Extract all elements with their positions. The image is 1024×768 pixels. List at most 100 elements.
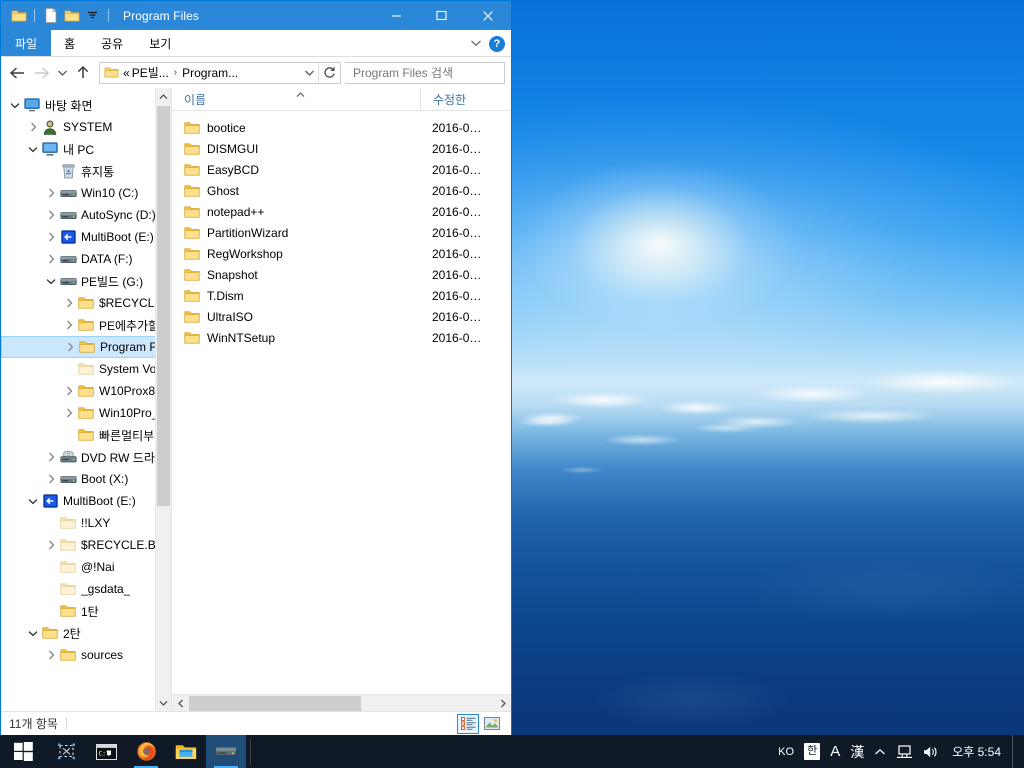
nav-tree-item[interactable]: Win10 (C:) — [1, 182, 171, 204]
chevron-right-icon[interactable] — [61, 383, 77, 399]
nav-tree-item[interactable]: PE에추가할것 — [1, 314, 171, 336]
scroll-thumb[interactable] — [157, 106, 170, 506]
details-view-button[interactable] — [457, 713, 479, 734]
nav-tree-item[interactable]: $RECYCLE.BIN — [1, 292, 171, 314]
nav-tree-item[interactable]: W10Prox86 — [1, 380, 171, 402]
file-row[interactable]: Ghost 2016-0… — [172, 180, 511, 201]
command-prompt-icon[interactable]: C:\ — [86, 735, 126, 768]
file-explorer-icon[interactable] — [166, 735, 206, 768]
chevron-right-icon[interactable] — [62, 339, 78, 355]
breadcrumb-item-0[interactable]: PE빌... — [132, 64, 169, 81]
refresh-button[interactable] — [318, 62, 340, 83]
chevron-right-icon[interactable] — [43, 471, 59, 487]
nav-tree-item[interactable]: Win10Pro_1511_2_ — [1, 402, 171, 424]
start-button[interactable] — [0, 735, 46, 768]
chevron-right-icon[interactable] — [25, 119, 41, 135]
title-bar[interactable]: Program Files — [1, 1, 511, 30]
task-view-icon[interactable] — [46, 735, 86, 768]
firefox-icon[interactable] — [126, 735, 166, 768]
speaker-icon[interactable] — [919, 735, 944, 768]
file-row[interactable]: Snapshot 2016-0… — [172, 264, 511, 285]
address-dropdown-icon[interactable] — [300, 69, 318, 77]
large-icons-view-button[interactable] — [481, 714, 503, 734]
up-button[interactable] — [71, 61, 95, 85]
search-box[interactable]: Program Files 검색 — [345, 61, 505, 84]
help-button[interactable]: ? — [489, 35, 505, 52]
folder-icon[interactable] — [8, 5, 29, 26]
chevron-down-icon[interactable] — [7, 97, 23, 113]
tab-home[interactable]: 홈 — [51, 30, 88, 56]
chevron-right-icon[interactable] — [43, 251, 59, 267]
taskbar-clock[interactable]: 오후 5:54 — [946, 735, 1010, 768]
chevron-right-icon[interactable] — [43, 537, 59, 553]
minimize-button[interactable] — [374, 1, 419, 30]
column-header-name[interactable]: 이름 — [172, 88, 420, 110]
breadcrumb-separator-0[interactable]: › — [174, 67, 177, 78]
nav-tree-item[interactable]: !!LXY — [1, 512, 171, 534]
chevron-right-icon[interactable] — [61, 295, 77, 311]
hscroll-thumb[interactable] — [189, 695, 361, 711]
chevron-right-icon[interactable] — [43, 449, 59, 465]
tray-hanja-mode[interactable]: 漢 — [846, 735, 868, 768]
tab-view[interactable]: 보기 — [136, 30, 184, 56]
qat-dropdown-icon[interactable] — [82, 5, 103, 26]
tray-input-mode[interactable]: A — [826, 735, 844, 768]
chevron-down-icon[interactable] — [25, 493, 41, 509]
chevron-down-icon[interactable] — [25, 141, 41, 157]
column-header-modified[interactable]: 수정한 — [420, 88, 511, 110]
drive-tool-icon[interactable] — [206, 735, 246, 768]
file-row[interactable]: EasyBCD 2016-0… — [172, 159, 511, 180]
file-row[interactable]: bootice 2016-0… — [172, 117, 511, 138]
file-row[interactable]: T.Dism 2016-0… — [172, 285, 511, 306]
address-bar[interactable]: « PE빌... › Program... — [99, 61, 341, 84]
nav-tree-item[interactable]: MultiBoot (E:) — [1, 490, 171, 512]
nav-tree-item[interactable]: $RECYCLE.BIN — [1, 534, 171, 556]
breadcrumb-item-1[interactable]: Program... — [182, 66, 238, 80]
nav-tree-item[interactable]: Program Files — [1, 336, 171, 358]
scroll-down-button[interactable] — [156, 694, 171, 711]
nav-tree-item[interactable]: 빠른멀티부팅 — [1, 424, 171, 446]
chevron-right-icon[interactable] — [61, 317, 77, 333]
file-row[interactable]: WinNTSetup 2016-0… — [172, 327, 511, 348]
nav-tree-item[interactable]: 2탄 — [1, 622, 171, 644]
tray-language-indicator[interactable]: KO — [774, 735, 798, 768]
file-row[interactable]: PartitionWizard 2016-0… — [172, 222, 511, 243]
chevron-right-icon[interactable] — [61, 405, 77, 421]
nav-tree-item[interactable]: SYSTEM — [1, 116, 171, 138]
file-row[interactable]: DISMGUI 2016-0… — [172, 138, 511, 159]
hscroll-left-button[interactable] — [172, 695, 189, 712]
chevron-right-icon[interactable] — [43, 185, 59, 201]
breadcrumb-overflow[interactable]: « — [123, 66, 130, 80]
chevron-down-icon[interactable] — [470, 37, 482, 51]
show-desktop-button[interactable] — [1012, 735, 1018, 768]
new-folder-icon[interactable] — [40, 5, 61, 26]
chevron-right-icon[interactable] — [43, 229, 59, 245]
chevron-down-icon[interactable] — [25, 625, 41, 641]
nav-tree-item[interactable]: 1탄 — [1, 600, 171, 622]
maximize-button[interactable] — [419, 1, 464, 30]
nav-tree-item[interactable]: DATA (F:) — [1, 248, 171, 270]
hscroll-track[interactable] — [189, 695, 494, 712]
back-button[interactable] — [5, 61, 29, 85]
properties-folder-icon[interactable] — [61, 5, 82, 26]
chevron-down-icon[interactable] — [43, 273, 59, 289]
nav-tree-item[interactable]: DVD RW 드라이브 ( — [1, 446, 171, 468]
nav-tree-item[interactable]: MultiBoot (E:) — [1, 226, 171, 248]
nav-tree-item[interactable]: 휴지통 — [1, 160, 171, 182]
navigation-scrollbar[interactable] — [155, 88, 171, 711]
nav-tree-item[interactable]: @!Nai — [1, 556, 171, 578]
tab-file[interactable]: 파일 — [1, 30, 52, 56]
hscroll-right-button[interactable] — [494, 695, 511, 712]
file-row[interactable]: UltraISO 2016-0… — [172, 306, 511, 327]
scroll-up-button[interactable] — [156, 88, 171, 105]
nav-tree-item[interactable]: _gsdata_ — [1, 578, 171, 600]
file-row[interactable]: notepad++ 2016-0… — [172, 201, 511, 222]
nav-tree-item[interactable]: Boot (X:) — [1, 468, 171, 490]
file-row[interactable]: RegWorkshop 2016-0… — [172, 243, 511, 264]
nav-tree-item[interactable]: AutoSync (D:) — [1, 204, 171, 226]
nav-tree-item[interactable]: 바탕 화면 — [1, 94, 171, 116]
tab-share[interactable]: 공유 — [88, 30, 136, 56]
monitor-network-icon[interactable] — [892, 735, 917, 768]
close-button[interactable] — [464, 1, 511, 30]
file-list-hscrollbar[interactable] — [172, 694, 511, 711]
